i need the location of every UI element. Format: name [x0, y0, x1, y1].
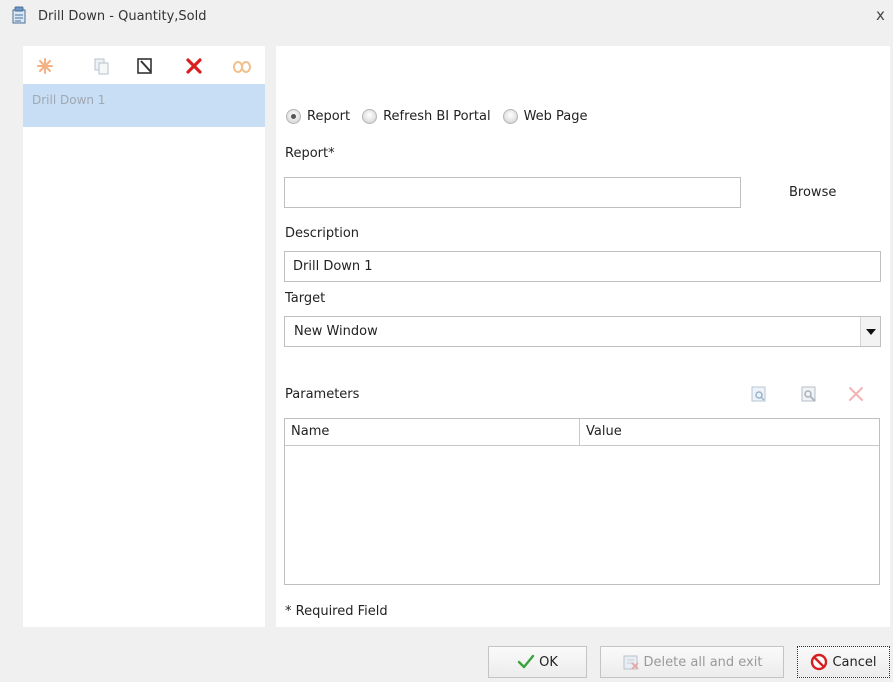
parameters-grid: Name Value	[284, 418, 880, 585]
copy-icon[interactable]	[91, 56, 111, 76]
drill-down-settings-panel: Report Refresh BI Portal Web Page Report…	[276, 46, 890, 627]
required-field-note: * Required Field	[285, 604, 388, 619]
browse-button[interactable]: Browse	[789, 185, 836, 200]
chevron-down-icon[interactable]	[860, 317, 880, 346]
parameters-grid-header: Name Value	[285, 419, 879, 446]
web-page-radio[interactable]	[502, 108, 518, 124]
list-item-drill-down-1[interactable]: Drill Down 1	[23, 84, 265, 127]
delete-all-and-exit-label: Delete all and exit	[643, 654, 763, 670]
description-input[interactable]	[284, 251, 881, 282]
new-icon[interactable]	[35, 56, 55, 76]
name-column-header[interactable]: Name	[285, 419, 580, 446]
description-label: Description	[285, 226, 360, 241]
delete-all-and-exit-button[interactable]: Delete all and exit	[600, 646, 784, 678]
report-label: Report*	[285, 146, 335, 161]
checkmark-icon	[517, 653, 535, 671]
refresh-bi-portal-radio-label: Refresh BI Portal	[383, 108, 491, 124]
target-label: Target	[285, 291, 326, 306]
ok-button[interactable]: OK	[488, 646, 587, 678]
cancel-icon	[810, 653, 828, 671]
value-column-header[interactable]: Value	[580, 419, 879, 446]
window-title: Drill Down - Quantity,Sold	[38, 9, 207, 24]
delete-icon[interactable]	[184, 56, 204, 76]
drill-down-app-icon	[10, 6, 28, 24]
web-page-radio-label: Web Page	[523, 108, 588, 124]
close-icon[interactable]: x	[876, 8, 885, 23]
target-select-value: New Window	[294, 324, 378, 339]
target-type-radio-group: Report Refresh BI Portal Web Page	[286, 108, 600, 124]
edit-parameter-icon[interactable]	[800, 385, 818, 403]
report-radio-label: Report	[307, 108, 351, 124]
parameters-label: Parameters	[285, 387, 360, 402]
edit-icon[interactable]	[135, 56, 155, 76]
ok-button-label: OK	[539, 654, 558, 670]
add-parameter-icon[interactable]	[750, 385, 768, 403]
report-radio[interactable]	[286, 108, 301, 124]
delete-all-icon	[622, 653, 640, 671]
remove-parameter-icon[interactable]	[847, 385, 865, 403]
cancel-button-label: Cancel	[832, 654, 877, 670]
refresh-bi-portal-radio[interactable]	[362, 108, 378, 124]
link-icon[interactable]	[232, 56, 252, 76]
list-item-label: Drill Down 1	[32, 93, 106, 107]
report-input[interactable]	[284, 177, 741, 208]
title-bar: Drill Down - Quantity,Sold x	[0, 0, 893, 34]
drill-down-list-panel: Drill Down 1	[23, 46, 265, 627]
target-select[interactable]: New Window	[284, 316, 881, 347]
cancel-button[interactable]: Cancel	[797, 646, 890, 678]
